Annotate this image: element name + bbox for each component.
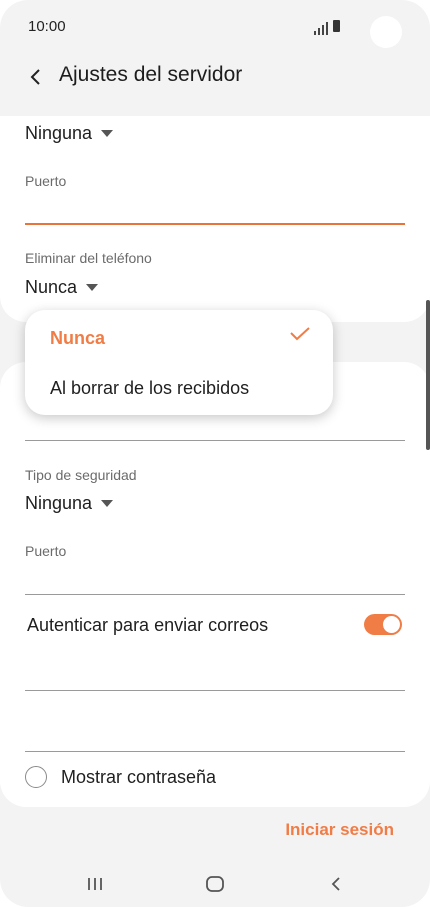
nav-back-button[interactable] — [321, 872, 351, 896]
camera-cutout — [370, 16, 402, 48]
home-button[interactable] — [200, 872, 230, 896]
toggle-knob — [383, 616, 400, 633]
option-never[interactable]: Nunca — [25, 312, 333, 362]
field-underline[interactable] — [25, 440, 405, 441]
signal-icon — [314, 31, 316, 35]
recent-apps-button[interactable] — [80, 872, 110, 896]
option-label: Al borrar de los recibidos — [50, 378, 250, 398]
signal-icon — [322, 25, 324, 35]
recent-apps-icon — [88, 878, 102, 890]
scrollbar[interactable] — [426, 300, 430, 450]
phone-screen: 10:00 Ajustes del servidor Ninguna Puert… — [0, 0, 430, 907]
navigation-bar — [0, 860, 430, 907]
page-title: Ajustes del servidor — [59, 63, 243, 86]
status-bar: 10:00 — [0, 0, 430, 52]
caret-down-icon — [101, 500, 114, 507]
status-time: 10:00 — [28, 18, 66, 35]
port-input[interactable] — [25, 223, 405, 225]
server-settings-card-bottom: Tipo de seguridad Ninguna Puerto Autenti… — [0, 362, 430, 807]
security-type-label: Tipo de seguridad — [25, 467, 137, 483]
delete-options-popup: Nunca Al borrar de los recibidos — [25, 310, 333, 415]
status-icons — [314, 19, 354, 35]
option-label: Nunca — [50, 328, 106, 348]
show-password-label: Mostrar contraseña — [61, 767, 217, 787]
username-input[interactable] — [25, 690, 405, 691]
security-type-value: Ninguna — [25, 493, 93, 513]
delete-from-phone-value: Nunca — [25, 277, 78, 297]
sign-in-button[interactable]: Iniciar sesión — [285, 820, 394, 840]
caret-down-icon — [86, 284, 99, 291]
password-input[interactable] — [25, 751, 405, 752]
security-type-value: Ninguna — [25, 123, 93, 143]
port-label: Puerto — [25, 173, 67, 189]
delete-from-phone-dropdown[interactable]: Nunca — [25, 277, 99, 298]
battery-icon — [333, 20, 340, 32]
back-arrow-icon — [30, 69, 40, 85]
auth-send-toggle[interactable] — [364, 614, 402, 635]
back-button[interactable] — [20, 62, 50, 92]
caret-down-icon — [101, 130, 114, 137]
app-header: Ajustes del servidor — [0, 52, 430, 112]
show-password-checkbox[interactable] — [25, 766, 47, 788]
signal-icon — [326, 22, 328, 35]
security-type-dropdown-top[interactable]: Ninguna — [25, 123, 114, 144]
auth-send-label: Autenticar para enviar correos — [27, 615, 269, 635]
nav-back-icon — [331, 877, 340, 891]
security-type-dropdown[interactable]: Ninguna — [25, 493, 114, 514]
signal-icon — [318, 28, 320, 35]
server-settings-card-top: Ninguna Puerto Eliminar del teléfono Nun… — [0, 116, 430, 322]
port-label: Puerto — [25, 543, 67, 559]
option-on-delete-inbox[interactable]: Al borrar de los recibidos — [25, 364, 333, 414]
checkmark-icon — [290, 327, 310, 341]
port-input[interactable] — [25, 594, 405, 595]
delete-from-phone-label: Eliminar del teléfono — [25, 250, 152, 266]
home-icon — [206, 876, 224, 892]
